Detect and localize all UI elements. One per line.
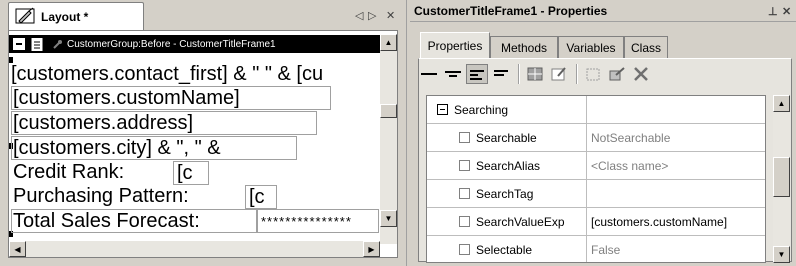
tab-prev-icon[interactable]: ◁ <box>355 9 363 22</box>
band-header[interactable]: CustomerGroup:Before - CustomerTitleFram… <box>9 35 381 53</box>
new-item-icon[interactable] <box>582 64 604 84</box>
properties-vertical-scrollbar[interactable]: ▲ ▼ <box>773 95 790 263</box>
align-right-icon[interactable] <box>490 64 512 84</box>
tab-close-icon[interactable]: ✕ <box>386 9 395 22</box>
band-label: CustomerGroup:Before - CustomerTitleFram… <box>67 38 276 50</box>
property-row[interactable]: Searchable NotSearchable <box>427 124 765 152</box>
tab-methods[interactable]: Methods <box>490 36 558 58</box>
app-window: Layout * ◁ ▷ ✕ CustomerGroup:Before - Cu… <box>0 0 796 266</box>
align-middle-icon[interactable] <box>442 64 464 84</box>
properties-title-bar: CustomerTitleFrame1 - Properties ⊥ ✕ <box>410 0 796 22</box>
script-icon[interactable] <box>548 64 570 84</box>
property-name: SearchTag <box>476 186 534 201</box>
property-row[interactable]: SearchAlias <Class name> <box>427 152 765 180</box>
property-name: Selectable <box>476 242 533 257</box>
scroll-down-button[interactable]: ▼ <box>773 246 790 263</box>
property-value[interactable]: [customers.customName] <box>587 208 765 235</box>
properties-toolbar <box>418 62 654 86</box>
align-top-icon[interactable] <box>418 64 440 84</box>
toolbar-separator <box>518 64 520 84</box>
property-row-group[interactable]: Searching <box>427 96 765 124</box>
scroll-down-button[interactable]: ▼ <box>380 210 397 227</box>
property-name: Searching <box>454 102 509 117</box>
tab-next-icon[interactable]: ▷ <box>368 9 376 22</box>
field-contact-first[interactable]: [customers.contact_first] & " " & [cu <box>11 63 323 85</box>
property-name: Searchable <box>476 130 537 145</box>
label-total-sales[interactable]: Total Sales Forecast: <box>13 210 200 232</box>
close-icon[interactable]: ✕ <box>782 5 791 18</box>
scroll-up-button[interactable]: ▲ <box>773 95 790 112</box>
layout-pane: Layout * ◁ ▷ ✕ CustomerGroup:Before - Cu… <box>0 0 406 266</box>
property-checkbox[interactable] <box>459 132 470 143</box>
property-name-cell: SearchValueExp <box>427 208 587 235</box>
property-row[interactable]: Selectable False <box>427 236 765 262</box>
property-name-cell: SearchTag <box>427 180 587 207</box>
property-row[interactable]: SearchValueExp [customers.customName] <box>427 208 765 236</box>
property-value[interactable]: NotSearchable <box>587 124 765 151</box>
layout-canvas[interactable]: CustomerGroup:Before - CustomerTitleFram… <box>8 30 398 258</box>
label-purchasing-pattern[interactable]: Purchasing Pattern: <box>13 185 189 207</box>
document-icon <box>31 37 43 51</box>
toolbar-separator <box>576 64 578 84</box>
property-name-cell: Selectable <box>427 236 587 262</box>
layout-tabbar: Layout * ◁ ▷ ✕ <box>0 0 406 30</box>
field-custom-name[interactable]: [customers.customName] <box>13 87 240 109</box>
field-total-sales[interactable]: *************** <box>261 211 352 233</box>
property-name: SearchAlias <box>476 158 541 173</box>
property-row[interactable]: SearchTag <box>427 180 765 208</box>
scroll-thumb[interactable] <box>380 104 397 118</box>
tab-class[interactable]: Class <box>624 36 668 58</box>
properties-pane: CustomerTitleFrame1 - Properties ⊥ ✕ Pro… <box>410 0 796 266</box>
layout-vertical-scrollbar[interactable]: ▲ ▼ <box>380 34 397 244</box>
scroll-left-button[interactable]: ◀ <box>9 241 26 257</box>
property-name-cell: SearchAlias <box>427 152 587 179</box>
property-checkbox[interactable] <box>459 216 470 227</box>
property-checkbox[interactable] <box>459 244 470 255</box>
layout-tool-icon <box>15 7 35 24</box>
scroll-thumb[interactable] <box>773 157 790 197</box>
label-credit-rank[interactable]: Credit Rank: <box>13 161 124 183</box>
layout-tab[interactable]: Layout * <box>8 2 144 30</box>
tab-properties[interactable]: Properties <box>420 32 490 58</box>
properties-title: CustomerTitleFrame1 - Properties <box>414 3 608 18</box>
collapse-icon[interactable] <box>437 104 448 115</box>
property-checkbox[interactable] <box>459 188 470 199</box>
property-name-cell: Searchable <box>427 124 587 151</box>
layout-horizontal-scrollbar[interactable]: ◀ ▶ <box>9 241 380 257</box>
field-purchasing-pattern[interactable]: [c <box>249 186 265 208</box>
property-value[interactable] <box>587 96 765 123</box>
delete-icon[interactable] <box>630 64 652 84</box>
tab-variables[interactable]: Variables <box>558 36 624 58</box>
property-name: SearchValueExp <box>476 214 565 229</box>
property-value[interactable]: <Class name> <box>587 152 765 179</box>
layout-tab-label: Layout * <box>41 9 89 24</box>
property-checkbox[interactable] <box>459 160 470 171</box>
property-value[interactable]: False <box>587 236 765 262</box>
align-left-icon[interactable] <box>466 64 488 84</box>
scroll-up-button[interactable]: ▲ <box>380 34 397 51</box>
field-credit-rank[interactable]: [c <box>177 162 193 184</box>
collapse-icon[interactable] <box>13 38 25 50</box>
pin-icon[interactable]: ⊥ <box>768 5 778 18</box>
property-value[interactable] <box>587 180 765 207</box>
edit-item-icon[interactable] <box>606 64 628 84</box>
scroll-right-button[interactable]: ▶ <box>363 241 380 257</box>
property-grid: Searching Searchable NotSearchable Searc… <box>426 95 766 263</box>
property-name-cell: Searching <box>427 96 587 123</box>
field-address[interactable]: [customers.address] <box>13 112 193 134</box>
field-city[interactable]: [customers.city] & ", " & <box>13 137 221 159</box>
wrench-icon <box>53 40 62 49</box>
grid-icon[interactable] <box>524 64 546 84</box>
